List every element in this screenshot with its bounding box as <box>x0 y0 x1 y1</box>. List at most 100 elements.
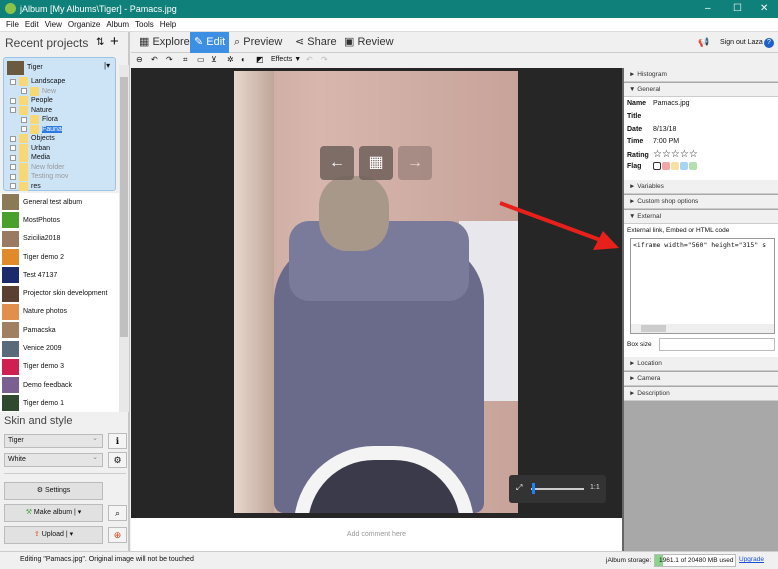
project-list-item[interactable]: Pamacska <box>0 321 119 339</box>
tab-edit[interactable]: ✎ Edit <box>190 32 230 53</box>
settings-button[interactable]: ⚙ Settings <box>4 482 103 500</box>
project-list-item[interactable]: MostPhotos <box>0 211 119 229</box>
tree-folder[interactable]: New <box>21 86 56 96</box>
project-list-item[interactable]: Projector skin development <box>0 284 119 302</box>
project-list-item[interactable]: Tiger demo 1 <box>0 394 119 412</box>
flag-color-swatch[interactable] <box>662 162 670 170</box>
flag-color-swatch[interactable] <box>680 162 688 170</box>
zoom-slider[interactable] <box>531 488 584 490</box>
effects-menu[interactable]: Effects ▼ <box>271 56 301 63</box>
flag-color-swatch[interactable] <box>653 162 661 170</box>
variables-section[interactable]: ► Variables <box>624 180 778 194</box>
expand-icon[interactable] <box>10 164 16 170</box>
flag-color-swatch[interactable] <box>689 162 697 170</box>
contrast-icon[interactable]: ◐ <box>241 55 246 64</box>
grid-view-button[interactable]: ▦ <box>359 146 393 180</box>
projects-scrollbar[interactable] <box>119 65 129 412</box>
project-list-item[interactable]: Tiger demo 3 <box>0 358 119 376</box>
previous-image-button[interactable]: ← <box>320 146 354 180</box>
skin-info-button[interactable]: ℹ <box>108 433 127 449</box>
project-list-item[interactable]: Test 47137 <box>0 266 119 284</box>
project-list-item[interactable]: Venice 2009 <box>0 339 119 357</box>
levels-icon[interactable]: ◩ <box>256 55 264 64</box>
search-button[interactable]: ⌕ <box>108 505 127 521</box>
box-size-input[interactable] <box>659 338 775 351</box>
menu-tools[interactable]: Tools <box>135 20 154 29</box>
remove-icon[interactable]: ⊖ <box>136 55 143 64</box>
close-button[interactable]: ✕ <box>760 3 768 14</box>
project-dropdown-button[interactable]: |▾ <box>104 61 110 70</box>
project-list-item[interactable]: Nature photos <box>0 303 119 321</box>
skin-select[interactable]: Tiger <box>4 434 103 448</box>
maximize-button[interactable]: ☐ <box>733 3 742 14</box>
tree-folder[interactable]: Objects <box>10 134 55 143</box>
menu-file[interactable]: File <box>6 20 19 29</box>
expand-icon[interactable] <box>10 135 16 142</box>
horizontal-scrollbar[interactable] <box>631 324 774 333</box>
megaphone-icon[interactable]: 📢 <box>698 37 709 48</box>
tab-review[interactable]: ▣ Review <box>340 32 398 53</box>
focus-icon[interactable]: ⊻ <box>211 55 217 64</box>
tab-share[interactable]: ⋖ Share <box>291 32 341 53</box>
undo-icon[interactable]: ↶ <box>306 55 313 64</box>
tab-preview[interactable]: ⌕ Preview <box>230 32 286 53</box>
camera-section[interactable]: ► Camera <box>624 372 778 386</box>
expand-icon[interactable] <box>10 154 16 161</box>
tree-folder[interactable]: Urban <box>10 143 50 153</box>
flag-color-swatch[interactable] <box>671 162 679 170</box>
external-section[interactable]: ▼ External <box>624 210 778 224</box>
sign-out-link[interactable]: Sign out Laza <box>720 39 763 46</box>
rotate-right-icon[interactable]: ↷ <box>166 55 173 64</box>
zoom-1to1-label[interactable]: 1:1 <box>590 484 600 491</box>
minimize-button[interactable]: – <box>705 3 711 14</box>
flag-picker[interactable] <box>653 162 698 170</box>
tree-folder[interactable]: Nature <box>10 105 52 115</box>
expand-icon[interactable] <box>21 126 27 132</box>
comment-field[interactable]: Add comment here <box>131 518 622 551</box>
next-image-button[interactable]: → <box>398 146 432 180</box>
menu-edit[interactable]: Edit <box>25 20 39 29</box>
style-settings-button[interactable]: ⚙ <box>108 452 127 468</box>
tab-explore[interactable]: ▦ Explore <box>135 32 194 53</box>
adjust-icon[interactable]: ✲ <box>227 55 234 64</box>
style-select[interactable]: White <box>4 453 103 467</box>
tree-folder[interactable]: Fauna <box>21 124 62 134</box>
preview-zoom-button[interactable]: ⊕ <box>108 527 127 543</box>
upload-button[interactable]: ⇪ Upload | ▾ <box>4 526 103 544</box>
zoom-slider-handle[interactable] <box>532 483 536 494</box>
menu-organize[interactable]: Organize <box>68 20 100 29</box>
project-list-item[interactable]: Demo feedback <box>0 376 119 394</box>
tree-folder[interactable]: Landscape <box>10 77 65 86</box>
expand-icon[interactable] <box>10 145 16 151</box>
project-list-item[interactable]: Szicilia2018 <box>0 230 119 248</box>
description-section[interactable]: ► Description <box>624 387 778 401</box>
fit-icon[interactable]: ⤢ <box>516 483 522 493</box>
tree-folder[interactable]: Media <box>10 153 50 162</box>
histogram-section[interactable]: ► Histogram <box>624 68 778 82</box>
general-section[interactable]: ▼ General <box>624 83 778 97</box>
tree-folder[interactable]: Testing mov <box>10 172 68 181</box>
location-section[interactable]: ► Location <box>624 357 778 371</box>
help-icon[interactable]: ? <box>764 38 774 48</box>
rotate-left-icon[interactable]: ↶ <box>151 55 158 64</box>
rating-stars[interactable]: ☆☆☆☆☆ <box>653 149 698 160</box>
expand-icon[interactable] <box>21 88 27 94</box>
menu-album[interactable]: Album <box>106 20 129 29</box>
redo-icon[interactable]: ↷ <box>321 55 328 64</box>
expand-icon[interactable] <box>10 97 16 104</box>
menu-help[interactable]: Help <box>160 20 176 29</box>
straighten-icon[interactable]: ▭ <box>197 55 205 64</box>
tree-folder[interactable]: Flora <box>21 115 58 124</box>
custom-shop-section[interactable]: ► Custom shop options <box>624 195 778 209</box>
project-list-item[interactable]: General test album <box>0 193 119 211</box>
upgrade-link[interactable]: Upgrade <box>739 556 764 563</box>
project-list-item[interactable]: Tiger demo 2 <box>0 248 119 266</box>
menu-view[interactable]: View <box>45 20 62 29</box>
sort-icon[interactable]: ⇅ <box>96 37 104 48</box>
tree-folder[interactable]: New folder <box>10 162 64 172</box>
tree-folder[interactable]: People <box>10 96 53 105</box>
make-album-button[interactable]: ⚒ Make album | ▾ <box>4 504 103 522</box>
add-project-button[interactable]: + <box>110 33 119 50</box>
expand-icon[interactable] <box>10 183 16 189</box>
tree-folder[interactable]: res <box>10 181 41 191</box>
